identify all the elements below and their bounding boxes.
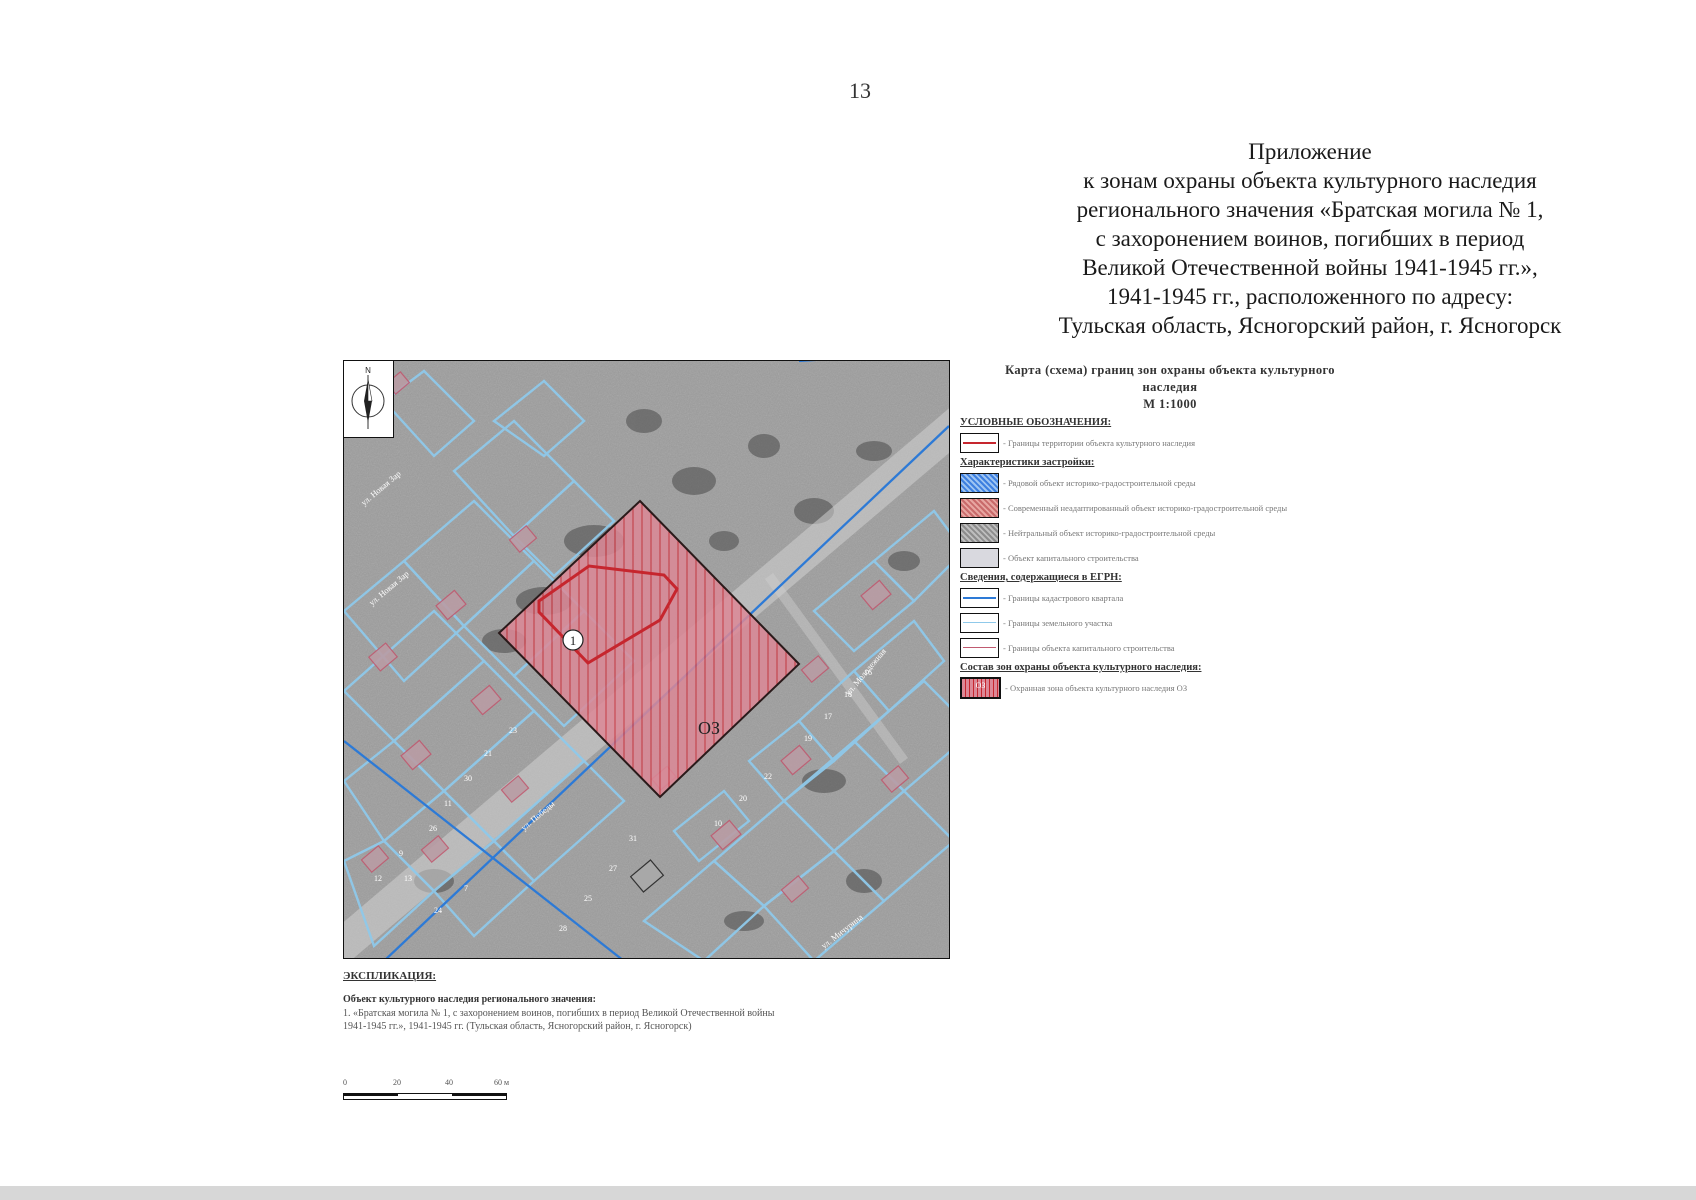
legend-label: - Охранная зона объекта культурного насл… xyxy=(1005,682,1188,693)
legend-label: - Современный неадаптированный объект ис… xyxy=(1003,502,1288,513)
map-canvas: 1 ОЗ ул. Новая Зар ул. Новая Зар ул. Поб… xyxy=(344,361,949,958)
legend-item-zone: ОЗ - Охранная зона объекта культурного н… xyxy=(960,676,1380,699)
scale-bar-line xyxy=(343,1093,507,1100)
appendix-line: регионального значения «Братская могила … xyxy=(1076,197,1544,222)
appendix-line: Тульская область, Ясногорский район, г. … xyxy=(1058,313,1562,338)
legend-label: - Границы земельного участка xyxy=(1003,617,1113,628)
legend-heading: Характеристики застройки: xyxy=(960,457,1095,468)
parcel-number: 16 xyxy=(864,668,872,677)
explication-text: 1. «Братская могила № 1, с захоронением … xyxy=(343,1008,775,1019)
legend-heading: УСЛОВНЫЕ ОБОЗНАЧЕНИЯ: xyxy=(960,417,1112,428)
explication-text: 1941-1945 гг.», 1941-1945 гг. (Тульская … xyxy=(343,1021,692,1032)
parcel-number: 26 xyxy=(429,824,437,833)
legend-item-capital-bounds: - Границы объекта капитального строитель… xyxy=(960,637,1380,658)
legend-title-line: Карта (схема) границ зон охраны объекта … xyxy=(1005,363,1335,377)
parcel-number: 10 xyxy=(714,819,722,828)
legend-label: - Границы территории объекта культурного… xyxy=(1003,437,1195,448)
parcel-number: 28 xyxy=(559,924,567,933)
scan-edge xyxy=(0,1186,1696,1200)
legend-label: - Рядовой объект историко-градостроитель… xyxy=(1003,477,1196,488)
appendix-line: Великой Отечественной войны 1941-1945 гг… xyxy=(1082,255,1538,280)
scale-tick-label: 20 xyxy=(393,1078,401,1087)
scale-tick-label: 60 м xyxy=(494,1078,510,1087)
legend-item-territory: - Границы территории объекта культурного… xyxy=(960,432,1380,453)
legend-item-land: - Границы земельного участка xyxy=(960,612,1380,633)
legend-title: Карта (схема) границ зон охраны объекта … xyxy=(960,362,1380,413)
legend-item-ordinary: - Рядовой объект историко-градостроитель… xyxy=(960,472,1380,493)
territory-swatch xyxy=(960,432,999,453)
north-arrow-box: N xyxy=(344,361,394,438)
legend-label: - Границы объекта капитального строитель… xyxy=(1003,642,1175,653)
north-arrow-icon: N xyxy=(351,366,385,429)
scale-tick-label: 0 xyxy=(343,1078,347,1087)
neutral-swatch xyxy=(960,522,999,543)
legend-label: - Границы кадастрового квартала xyxy=(1003,592,1124,603)
ordinary-swatch xyxy=(960,472,999,493)
parcel-number: 27 xyxy=(609,864,617,873)
capital-swatch xyxy=(960,547,999,568)
legend-heading: Состав зон охраны объекта культурного на… xyxy=(960,662,1202,673)
zone-label: ОЗ xyxy=(698,718,720,738)
explication-heading: ЭКСПЛИКАЦИЯ: xyxy=(343,970,437,982)
parcel-number: 23 xyxy=(509,726,517,735)
parcel-number: 25 xyxy=(584,894,592,903)
page-number: 13 xyxy=(849,78,871,103)
parcel-number: 12 xyxy=(374,874,382,883)
zone-swatch-label: ОЗ xyxy=(975,680,986,690)
explication: ЭКСПЛИКАЦИЯ: Объект культурного наследия… xyxy=(343,970,903,1033)
appendix-line: Приложение xyxy=(1248,139,1372,164)
parcel-number: 19 xyxy=(804,734,812,743)
legend-item-cadastral: - Границы кадастрового квартала xyxy=(960,587,1380,608)
parcel-number: 18 xyxy=(844,690,852,699)
scale-segment xyxy=(452,1094,506,1096)
legend-item-capital: - Объект капитального строительства xyxy=(960,547,1380,568)
explication-subheading: Объект культурного наследия региональног… xyxy=(343,994,596,1005)
parcel-number: 17 xyxy=(824,712,832,721)
legend-title-line: наследия xyxy=(1142,380,1198,394)
modern-swatch xyxy=(960,497,999,518)
map-legend: Карта (схема) границ зон охраны объекта … xyxy=(960,362,1380,702)
appendix-line: с захоронением воинов, погибших в период xyxy=(1095,226,1525,251)
scale-bar: 0 20 40 60 м xyxy=(343,1078,513,1108)
legend-scale: М 1:1000 xyxy=(1143,397,1197,411)
parcel-number: 31 xyxy=(629,834,637,843)
map-frame[interactable]: 1 ОЗ ул. Новая Зар ул. Новая Зар ул. Поб… xyxy=(343,360,950,959)
scale-segment xyxy=(344,1094,398,1096)
legend-heading: Сведения, содержащиеся в ЕГРН: xyxy=(960,572,1122,583)
parcel-number: 9 xyxy=(399,849,403,858)
north-label: N xyxy=(365,366,371,375)
land-swatch xyxy=(960,612,999,633)
legend-item-neutral: - Нейтральный объект историко-градострои… xyxy=(960,522,1380,543)
scale-tick-label: 40 xyxy=(445,1078,453,1087)
parcel-number: 7 xyxy=(464,884,468,893)
cadastral-swatch xyxy=(960,587,999,608)
legend-label: - Объект капитального строительства xyxy=(1003,552,1139,563)
object-marker-label: 1 xyxy=(570,633,577,648)
capital-bounds-swatch xyxy=(960,637,999,658)
parcel-number: 22 xyxy=(764,772,772,781)
legend-label: - Нейтральный объект историко-градострои… xyxy=(1003,527,1216,538)
appendix-header: Приложение к зонам охраны объекта культу… xyxy=(1000,137,1620,340)
appendix-line: к зонам охраны объекта культурного насле… xyxy=(1083,168,1537,193)
parcel-number: 13 xyxy=(404,874,412,883)
legend-item-modern: - Современный неадаптированный объект ис… xyxy=(960,497,1380,518)
parcel-number: 24 xyxy=(434,906,442,915)
parcel-number: 30 xyxy=(464,774,472,783)
parcel-number: 11 xyxy=(444,799,452,808)
appendix-line: 1941-1945 гг., расположенного по адресу: xyxy=(1106,284,1514,309)
parcel-number: 21 xyxy=(484,749,492,758)
zone-swatch: ОЗ xyxy=(960,676,1001,699)
parcel-number: 20 xyxy=(739,794,747,803)
